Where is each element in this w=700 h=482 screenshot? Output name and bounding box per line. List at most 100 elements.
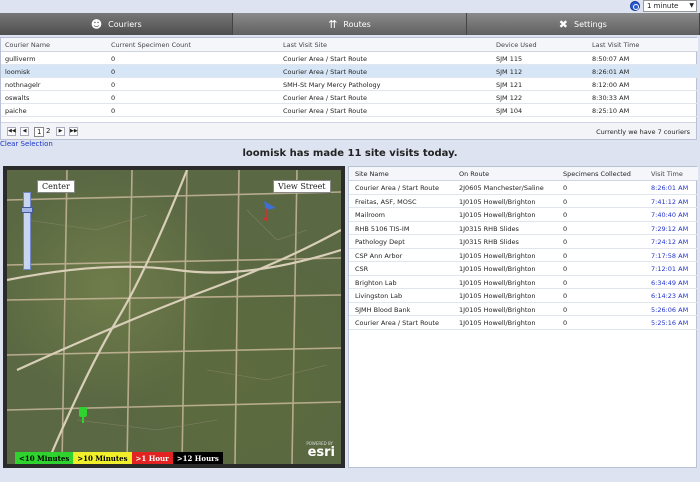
site-name: Brighton Lab (355, 278, 397, 287)
tab-couriers[interactable]: ☻ Couriers (0, 13, 234, 35)
visit-time: 5:25:16 AM (651, 319, 689, 327)
on-route: 1J0315 RHB Slides (459, 224, 519, 233)
specimens-collected: 0 (563, 265, 568, 273)
specimens-collected: 0 (563, 292, 568, 300)
view-street-button[interactable]: View Street (273, 180, 331, 193)
specimen-count: 0 (111, 81, 116, 89)
table-row[interactable]: Courier Area / Start Route 2J0605 Manche… (349, 181, 698, 195)
on-route: 1J0105 Howell/Brighton (459, 197, 536, 206)
table-row[interactable]: Mailroom 1J0105 Howell/Brighton 0 7:40:4… (349, 208, 698, 222)
top-bar: 1 minute ▼ (0, 0, 700, 14)
column-header[interactable]: Site Name (355, 170, 389, 178)
next-page-icon[interactable]: ▶ (56, 127, 65, 136)
tab-settings[interactable]: ✖ Settings (466, 13, 700, 35)
specimens-collected: 0 (563, 319, 568, 327)
table-row[interactable]: paiche 0 Courier Area / Start Route SJM … (1, 104, 698, 117)
tab-label: Routes (343, 19, 371, 29)
refresh-icon[interactable] (630, 1, 640, 11)
device-used: SJM 112 (496, 68, 523, 76)
table-row-selected[interactable]: loomisk 0 Courier Area / Start Route SJM… (1, 65, 698, 78)
map-panel: Center View Street <10 Minutes >10 Minut… (3, 166, 345, 468)
table-row[interactable]: oswalts 0 Courier Area / Start Route SJM… (1, 91, 698, 104)
table-header-row: Courier Name Current Specimen Count Last… (1, 38, 698, 52)
table-row[interactable]: Pathology Dept 1J0315 RHB Slides 0 7:24:… (349, 235, 698, 249)
zoom-slider[interactable] (21, 192, 33, 270)
map-view[interactable]: Center View Street <10 Minutes >10 Minut… (7, 170, 341, 464)
page-number-current[interactable]: 1 (34, 127, 45, 137)
visit-time: 7:12:01 AM (651, 265, 689, 273)
prev-page-icon[interactable]: ◀ (20, 127, 29, 136)
site-visits-table: Site Name On Route Specimens Collected V… (348, 166, 698, 468)
table-row[interactable]: RHB 5106 TIS-IM 1J0315 RHB Slides 0 7:29… (349, 222, 698, 235)
last-visit-time: 8:30:33 AM (592, 94, 630, 102)
pagination-bar: ◀◀ ◀ 1 2 ▶ ▶▶ Currently we have 7 courie… (1, 122, 696, 139)
device-used: SJM 121 (496, 81, 523, 89)
column-header[interactable]: Last Visit Site (283, 41, 327, 49)
site-name: RHB 5106 TIS-IM (355, 224, 410, 233)
table-row[interactable]: Freitas, ASF, MOSC 1J0105 Howell/Brighto… (349, 195, 698, 208)
specimens-collected: 0 (563, 197, 568, 206)
on-route: 1J0105 Howell/Brighton (459, 319, 536, 327)
specimens-collected: 0 (563, 251, 568, 260)
courier-name: nothnagelr (5, 81, 41, 89)
on-route: 1J0105 Howell/Brighton (459, 251, 536, 260)
site-name: CSR (355, 265, 369, 273)
settings-icon: ✖ (558, 17, 569, 31)
last-visit-site: Courier Area / Start Route (283, 68, 367, 76)
table-row[interactable]: gulliverm 0 Courier Area / Start Route S… (1, 52, 698, 65)
courier-location-icon[interactable] (77, 406, 89, 424)
table-row[interactable]: CSR 1J0105 Howell/Brighton 0 7:12:01 AM (349, 262, 698, 276)
table-row[interactable]: Courier Area / Start Route 1J0105 Howell… (349, 316, 698, 330)
clear-selection-link[interactable]: Clear Selection (0, 140, 53, 148)
visit-time: 7:40:40 AM (651, 211, 689, 219)
site-name: SJMH Blood Bank (355, 305, 411, 314)
last-visit-site: SMH-St Mary Mercy Pathology (283, 81, 381, 89)
specimens-collected: 0 (563, 211, 568, 219)
specimen-count: 0 (111, 55, 116, 63)
table-row[interactable]: Livingston Lab 1J0105 Howell/Brighton 0 … (349, 289, 698, 303)
last-visit-site: Courier Area / Start Route (283, 94, 367, 102)
site-name: Pathology Dept (355, 238, 405, 246)
courier-name: paiche (5, 107, 27, 115)
last-page-icon[interactable]: ▶▶ (69, 127, 78, 136)
visit-time: 5:26:06 AM (651, 305, 689, 314)
device-used: SJM 104 (496, 107, 523, 115)
column-header[interactable]: Specimens Collected (563, 170, 631, 178)
specimen-count: 0 (111, 107, 116, 115)
table-row[interactable]: SJMH Blood Bank 1J0105 Howell/Brighton 0… (349, 303, 698, 316)
tab-label: Couriers (108, 19, 142, 29)
tab-label: Settings (574, 19, 607, 29)
column-header[interactable]: On Route (459, 170, 489, 178)
specimens-collected: 0 (563, 278, 568, 287)
on-route: 1J0105 Howell/Brighton (459, 305, 536, 314)
on-route: 2J0605 Manchester/Saline (459, 184, 544, 192)
specimen-count: 0 (111, 68, 116, 76)
last-visit-site: Courier Area / Start Route (283, 107, 367, 115)
courier-name: loomisk (5, 68, 31, 76)
first-page-icon[interactable]: ◀◀ (7, 127, 16, 136)
table-row[interactable]: CSP Ann Arbor 1J0105 Howell/Brighton 0 7… (349, 249, 698, 262)
refresh-interval-select[interactable]: 1 minute ▼ (643, 0, 697, 12)
column-header[interactable]: Device Used (496, 41, 537, 49)
device-used: SJM 122 (496, 94, 523, 102)
on-route: 1J0105 Howell/Brighton (459, 265, 536, 273)
last-visit-time: 8:25:10 AM (592, 107, 630, 115)
map-legend: <10 Minutes >10 Minutes >1 Hour >12 Hour… (15, 452, 223, 464)
zoom-slider-handle[interactable] (21, 207, 33, 213)
map-marker-icon[interactable] (262, 200, 278, 222)
visit-time: 7:29:12 AM (651, 224, 689, 233)
specimens-collected: 0 (563, 238, 568, 246)
page-number[interactable]: 2 (46, 127, 50, 135)
courier-name: oswalts (5, 94, 30, 102)
tab-routes[interactable]: ⇈ Routes (233, 13, 467, 35)
on-route: 1J0105 Howell/Brighton (459, 278, 536, 287)
column-header[interactable]: Courier Name (5, 41, 50, 49)
column-header[interactable]: Last Visit Time (592, 41, 639, 49)
column-header[interactable]: Visit Time (651, 170, 683, 178)
center-map-button[interactable]: Center (37, 180, 75, 193)
table-row[interactable]: nothnagelr 0 SMH-St Mary Mercy Pathology… (1, 78, 698, 91)
site-name: Courier Area / Start Route (355, 319, 439, 327)
column-header[interactable]: Current Specimen Count (111, 41, 191, 49)
visit-time: 6:14:23 AM (651, 292, 689, 300)
table-row[interactable]: Brighton Lab 1J0105 Howell/Brighton 0 6:… (349, 276, 698, 289)
